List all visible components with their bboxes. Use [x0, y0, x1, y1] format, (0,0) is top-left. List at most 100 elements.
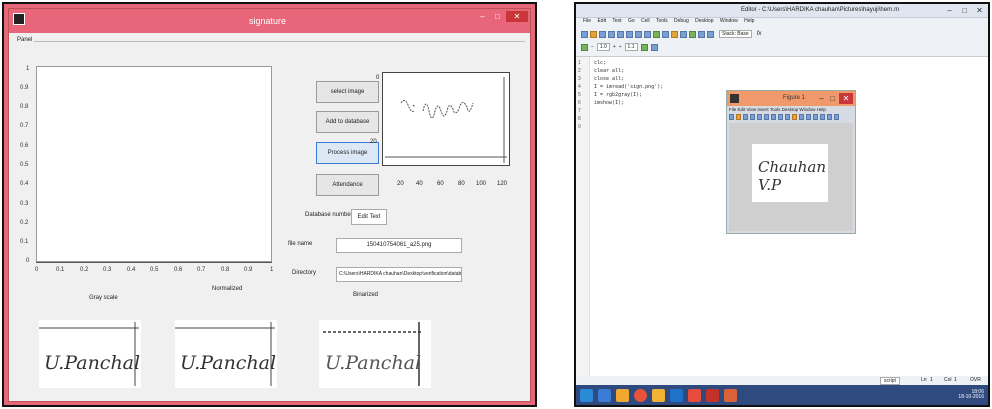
- image-xtick: 100: [476, 181, 487, 187]
- zoom-in-icon[interactable]: [764, 114, 769, 120]
- binarized-signature-image: [385, 77, 507, 163]
- maximize-icon[interactable]: □: [491, 11, 504, 22]
- folder-icon[interactable]: [616, 388, 629, 402]
- new-file-icon[interactable]: [581, 30, 588, 38]
- menu-desktop[interactable]: Desktop: [695, 18, 713, 24]
- cell-divide-icon[interactable]: ÷: [619, 44, 622, 50]
- open-folder-icon[interactable]: [590, 30, 597, 38]
- cut-icon[interactable]: [608, 30, 615, 38]
- figure-canvas: Chauhan V.P: [729, 123, 853, 231]
- run-icon[interactable]: [689, 30, 696, 38]
- close-icon[interactable]: ✕: [973, 5, 986, 16]
- open-icon[interactable]: [736, 114, 741, 120]
- data-cursor-icon[interactable]: [792, 114, 797, 120]
- directory-field[interactable]: C:\Users\HARDIKA chauhan\Desktop\verific…: [336, 267, 462, 282]
- menu-cell[interactable]: Cell: [641, 18, 650, 24]
- edit-plot-icon[interactable]: [757, 114, 762, 120]
- link-icon[interactable]: [806, 114, 811, 120]
- ytick: 0.6: [20, 143, 29, 149]
- line-number: 7: [578, 108, 581, 114]
- editor-title: Editor - C:\Users\HARDIKA chauhan\Pictur…: [741, 7, 900, 13]
- grayscale-axes: [36, 66, 272, 262]
- figure-menubar[interactable]: File Edit View Insert Tools Desktop Wind…: [729, 107, 826, 112]
- internet-explorer-icon[interactable]: [670, 388, 683, 402]
- evaluate-cell-icon[interactable]: [640, 43, 648, 51]
- menu-edit[interactable]: Edit: [597, 18, 606, 24]
- breakpoint-icon[interactable]: [671, 30, 678, 38]
- paste-icon[interactable]: [626, 30, 633, 38]
- line-number: 5: [578, 92, 581, 98]
- signature-text: U.Panchal: [180, 352, 277, 374]
- redo-icon[interactable]: [644, 30, 651, 38]
- exit-debug-icon[interactable]: [707, 30, 714, 38]
- undo-icon[interactable]: [635, 30, 642, 38]
- line-number: 6: [578, 100, 581, 106]
- file-name-field[interactable]: 150410754061_a25.png: [336, 238, 462, 253]
- stack-dropdown[interactable]: Stack: Base: [719, 30, 752, 38]
- minimize-icon[interactable]: –: [817, 93, 826, 104]
- maximize-icon[interactable]: □: [828, 93, 837, 104]
- firefox-icon[interactable]: [634, 388, 647, 402]
- signature-text: U.Panchal: [325, 352, 422, 374]
- close-icon[interactable]: ✕: [506, 11, 528, 22]
- start-button-icon[interactable]: [580, 388, 593, 402]
- line-label: Ln: [921, 377, 927, 383]
- new-figure-icon[interactable]: [729, 114, 734, 120]
- find-icon[interactable]: [662, 30, 669, 38]
- save-icon[interactable]: [599, 30, 606, 38]
- hide-tools-icon[interactable]: [827, 114, 832, 120]
- save-icon[interactable]: [743, 114, 748, 120]
- zoom-out-icon[interactable]: [771, 114, 776, 120]
- cell-value-field[interactable]: 1.0: [596, 43, 610, 51]
- media-icon[interactable]: [688, 388, 701, 402]
- minimize-icon[interactable]: –: [943, 5, 956, 16]
- menu-go[interactable]: Go: [628, 18, 635, 24]
- copy-icon[interactable]: [617, 30, 624, 38]
- matlab-taskbar-icon[interactable]: [724, 388, 737, 402]
- add-to-database-button[interactable]: Add to database: [316, 111, 379, 133]
- select-image-button[interactable]: select image: [316, 81, 379, 103]
- print-icon[interactable]: [653, 30, 660, 38]
- show-tools-icon[interactable]: [834, 114, 839, 120]
- rotate-icon[interactable]: [785, 114, 790, 120]
- cell-divisor-field[interactable]: 1.1: [624, 43, 638, 51]
- chrome-icon[interactable]: [652, 388, 665, 402]
- menu-help[interactable]: Help: [744, 18, 754, 24]
- file-manager-icon[interactable]: [598, 388, 611, 402]
- fx-icon[interactable]: fx: [757, 31, 762, 37]
- maximize-icon[interactable]: □: [958, 5, 971, 16]
- close-icon[interactable]: ✕: [839, 93, 853, 104]
- menu-text[interactable]: Text: [612, 18, 621, 24]
- evaluate-advance-icon[interactable]: [650, 43, 658, 51]
- menu-file[interactable]: File: [583, 18, 591, 24]
- database-number-field[interactable]: Edit Text: [351, 209, 387, 225]
- signature-text: Chauhan V.P: [758, 158, 827, 194]
- colorbar-icon[interactable]: [813, 114, 818, 120]
- cell-decrement-icon[interactable]: −: [591, 44, 594, 50]
- line-number: 2: [578, 68, 581, 74]
- pan-icon[interactable]: [778, 114, 783, 120]
- image-ytick: 20: [370, 139, 377, 145]
- pdf-reader-icon[interactable]: [706, 388, 719, 402]
- xtick: 0.6: [174, 267, 183, 273]
- figure-title: Figure 1: [783, 95, 806, 101]
- attendance-button[interactable]: Attendance: [316, 174, 379, 196]
- line-number: 3: [578, 76, 581, 82]
- menu-tools[interactable]: Tools: [656, 18, 668, 24]
- cell-increment-icon[interactable]: +: [613, 44, 616, 50]
- process-image-button[interactable]: Process image: [316, 142, 379, 164]
- code-line: clear all;: [594, 68, 625, 74]
- minimize-icon[interactable]: –: [476, 11, 489, 22]
- ytick: 0.3: [20, 201, 29, 207]
- directory-label: Directory: [292, 270, 317, 276]
- menu-debug[interactable]: Debug: [674, 18, 689, 24]
- step-icon[interactable]: [680, 30, 687, 38]
- legend-icon[interactable]: [820, 114, 825, 120]
- cell-mode-icon[interactable]: [581, 43, 588, 51]
- brush-icon[interactable]: [799, 114, 804, 120]
- image-xtick: 40: [416, 181, 423, 187]
- menu-window[interactable]: Window: [720, 18, 738, 24]
- print-icon[interactable]: [750, 114, 755, 120]
- system-tray: 18:06 18-10-2016: [958, 390, 984, 400]
- debug-icon[interactable]: [698, 30, 705, 38]
